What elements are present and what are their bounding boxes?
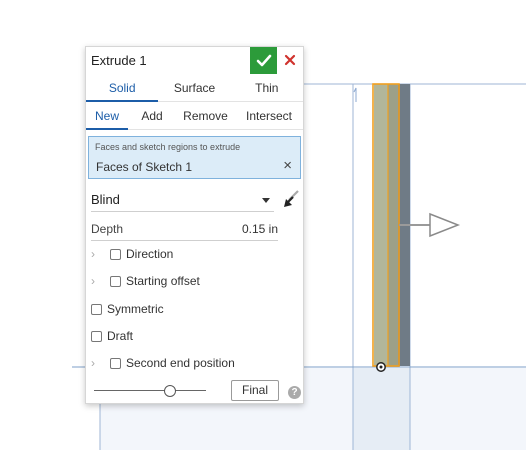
symmetric-label: Symmetric (107, 302, 164, 316)
extrude-preview-face[interactable] (374, 84, 388, 366)
tab-intersect[interactable]: Intersect (235, 103, 303, 129)
second-end-option[interactable]: › Second end position (91, 355, 235, 371)
rollback-slider-thumb[interactable] (164, 385, 176, 397)
close-icon (284, 54, 296, 66)
final-button[interactable]: Final (231, 380, 279, 401)
chevron-down-icon (262, 198, 270, 203)
second-end-checkbox[interactable] (110, 357, 121, 369)
chevron-right-icon[interactable]: › (91, 356, 101, 370)
direction-arrow-icon[interactable] (429, 212, 461, 238)
origin-point-dot (379, 365, 383, 369)
starting-offset-checkbox[interactable] (110, 275, 121, 287)
extrude-dialog: Extrude 1 Solid Surface Thin New Add Rem… (85, 46, 304, 404)
sketch-region-highlight (353, 368, 410, 450)
depth-value[interactable]: 0.15 in (242, 222, 278, 236)
rollback-slider-track[interactable] (94, 390, 206, 391)
clear-selection-icon[interactable]: × (283, 157, 292, 174)
chevron-right-icon[interactable]: › (91, 247, 101, 261)
draft-option[interactable]: Draft (91, 328, 133, 344)
body-type-tabs: Solid Surface Thin (86, 75, 303, 102)
dialog-title: Extrude 1 (91, 53, 147, 68)
selection-field[interactable]: Faces and sketch regions to extrude Face… (88, 136, 301, 179)
direction-option[interactable]: › Direction (91, 246, 173, 262)
plane-marker-icon (353, 87, 357, 102)
tab-remove[interactable]: Remove (176, 103, 235, 129)
accept-button[interactable] (250, 47, 277, 74)
direction-checkbox[interactable] (110, 248, 121, 260)
tab-add[interactable]: Add (128, 103, 176, 129)
direction-label: Direction (126, 247, 174, 261)
cancel-button[interactable] (282, 49, 298, 71)
tab-solid[interactable]: Solid (86, 75, 159, 102)
starting-offset-option[interactable]: › Starting offset (91, 273, 200, 289)
draft-label: Draft (107, 329, 134, 343)
selection-value: Faces of Sketch 1 (96, 160, 193, 174)
symmetric-checkbox[interactable] (91, 303, 102, 315)
checkmark-icon (256, 54, 271, 66)
help-icon[interactable]: ? (288, 386, 301, 399)
draft-checkbox[interactable] (91, 330, 102, 342)
extrude-preview-mid (388, 84, 398, 366)
end-type-select[interactable]: Blind (91, 188, 274, 212)
operation-tabs: New Add Remove Intersect (86, 103, 303, 130)
depth-label: Depth (91, 222, 124, 236)
symmetric-option[interactable]: Symmetric (91, 301, 164, 317)
tab-new[interactable]: New (86, 103, 128, 130)
second-end-label: Second end position (126, 356, 235, 370)
starting-offset-label: Starting offset (126, 274, 200, 288)
selection-hint: Faces and sketch regions to extrude (95, 142, 241, 152)
flip-direction-icon[interactable] (281, 188, 303, 210)
depth-field[interactable]: Depth 0.15 in (91, 219, 278, 241)
tab-surface[interactable]: Surface (158, 75, 230, 101)
end-type-value: Blind (91, 192, 120, 207)
tab-thin[interactable]: Thin (231, 75, 303, 101)
chevron-right-icon[interactable]: › (91, 274, 101, 288)
